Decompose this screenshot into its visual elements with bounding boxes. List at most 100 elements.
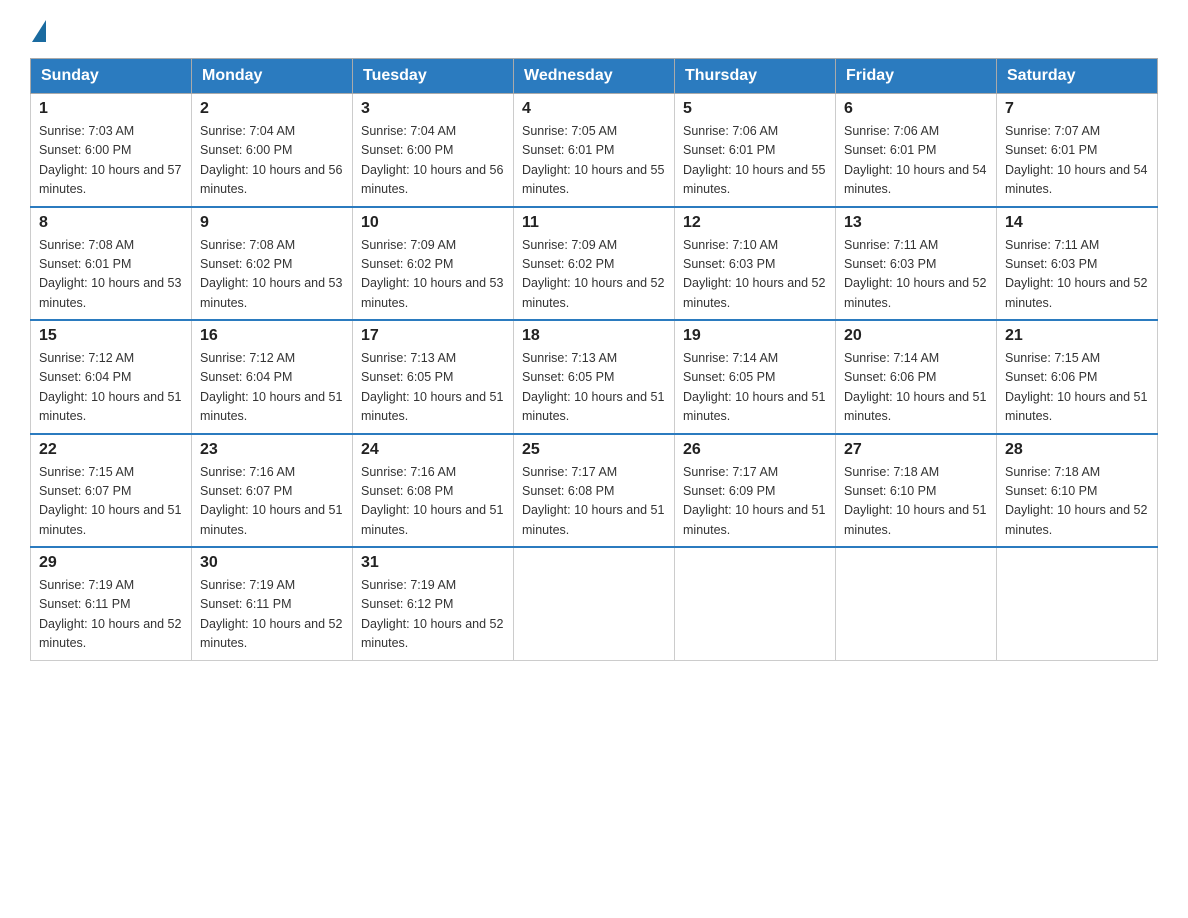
calendar-cell: 25 Sunrise: 7:17 AMSunset: 6:08 PMDayligh…: [514, 434, 675, 548]
calendar-cell: 14 Sunrise: 7:11 AMSunset: 6:03 PMDayligh…: [997, 207, 1158, 321]
day-number: 15: [39, 327, 183, 345]
day-number: 5: [683, 100, 827, 118]
calendar-cell: 22 Sunrise: 7:15 AMSunset: 6:07 PMDayligh…: [31, 434, 192, 548]
day-info: Sunrise: 7:11 AMSunset: 6:03 PMDaylight:…: [1005, 236, 1149, 314]
day-info: Sunrise: 7:16 AMSunset: 6:08 PMDaylight:…: [361, 463, 505, 541]
calendar-cell: [675, 547, 836, 660]
calendar-cell: 17 Sunrise: 7:13 AMSunset: 6:05 PMDayligh…: [353, 320, 514, 434]
day-number: 21: [1005, 327, 1149, 345]
day-info: Sunrise: 7:04 AMSunset: 6:00 PMDaylight:…: [361, 122, 505, 200]
day-info: Sunrise: 7:08 AMSunset: 6:01 PMDaylight:…: [39, 236, 183, 314]
calendar-cell: 1 Sunrise: 7:03 AMSunset: 6:00 PMDaylight…: [31, 94, 192, 207]
day-number: 30: [200, 554, 344, 572]
calendar-cell: 9 Sunrise: 7:08 AMSunset: 6:02 PMDaylight…: [192, 207, 353, 321]
calendar-cell: 27 Sunrise: 7:18 AMSunset: 6:10 PMDayligh…: [836, 434, 997, 548]
day-info: Sunrise: 7:03 AMSunset: 6:00 PMDaylight:…: [39, 122, 183, 200]
day-info: Sunrise: 7:11 AMSunset: 6:03 PMDaylight:…: [844, 236, 988, 314]
calendar-cell: 5 Sunrise: 7:06 AMSunset: 6:01 PMDaylight…: [675, 94, 836, 207]
calendar-cell: [997, 547, 1158, 660]
calendar-cell: 19 Sunrise: 7:14 AMSunset: 6:05 PMDayligh…: [675, 320, 836, 434]
day-number: 14: [1005, 214, 1149, 232]
calendar-cell: 20 Sunrise: 7:14 AMSunset: 6:06 PMDayligh…: [836, 320, 997, 434]
day-info: Sunrise: 7:18 AMSunset: 6:10 PMDaylight:…: [1005, 463, 1149, 541]
calendar-cell: 3 Sunrise: 7:04 AMSunset: 6:00 PMDaylight…: [353, 94, 514, 207]
day-number: 20: [844, 327, 988, 345]
calendar-cell: 15 Sunrise: 7:12 AMSunset: 6:04 PMDayligh…: [31, 320, 192, 434]
day-info: Sunrise: 7:13 AMSunset: 6:05 PMDaylight:…: [522, 349, 666, 427]
calendar-cell: 30 Sunrise: 7:19 AMSunset: 6:11 PMDayligh…: [192, 547, 353, 660]
day-info: Sunrise: 7:06 AMSunset: 6:01 PMDaylight:…: [844, 122, 988, 200]
day-header-wednesday: Wednesday: [514, 59, 675, 94]
day-info: Sunrise: 7:09 AMSunset: 6:02 PMDaylight:…: [522, 236, 666, 314]
day-number: 7: [1005, 100, 1149, 118]
day-header-friday: Friday: [836, 59, 997, 94]
day-info: Sunrise: 7:18 AMSunset: 6:10 PMDaylight:…: [844, 463, 988, 541]
day-number: 3: [361, 100, 505, 118]
day-number: 10: [361, 214, 505, 232]
day-info: Sunrise: 7:19 AMSunset: 6:11 PMDaylight:…: [200, 576, 344, 654]
day-number: 4: [522, 100, 666, 118]
day-number: 12: [683, 214, 827, 232]
calendar-header-row: SundayMondayTuesdayWednesdayThursdayFrid…: [31, 59, 1158, 94]
day-number: 17: [361, 327, 505, 345]
calendar-cell: 6Sunrise: 7:06 AMSunset: 6:01 PMDaylight…: [836, 94, 997, 207]
day-info: Sunrise: 7:17 AMSunset: 6:08 PMDaylight:…: [522, 463, 666, 541]
calendar-cell: 8 Sunrise: 7:08 AMSunset: 6:01 PMDaylight…: [31, 207, 192, 321]
calendar-cell: 4 Sunrise: 7:05 AMSunset: 6:01 PMDaylight…: [514, 94, 675, 207]
day-info: Sunrise: 7:04 AMSunset: 6:00 PMDaylight:…: [200, 122, 344, 200]
calendar-cell: 7 Sunrise: 7:07 AMSunset: 6:01 PMDaylight…: [997, 94, 1158, 207]
day-info: Sunrise: 7:06 AMSunset: 6:01 PMDaylight:…: [683, 122, 827, 200]
calendar-cell: 23Sunrise: 7:16 AMSunset: 6:07 PMDayligh…: [192, 434, 353, 548]
calendar-week-5: 29 Sunrise: 7:19 AMSunset: 6:11 PMDayligh…: [31, 547, 1158, 660]
calendar-cell: 2Sunrise: 7:04 AMSunset: 6:00 PMDaylight…: [192, 94, 353, 207]
day-number: 22: [39, 441, 183, 459]
day-number: 28: [1005, 441, 1149, 459]
calendar-table: SundayMondayTuesdayWednesdayThursdayFrid…: [30, 58, 1158, 661]
day-number: 27: [844, 441, 988, 459]
day-info: Sunrise: 7:14 AMSunset: 6:06 PMDaylight:…: [844, 349, 988, 427]
day-info: Sunrise: 7:07 AMSunset: 6:01 PMDaylight:…: [1005, 122, 1149, 200]
calendar-cell: 21 Sunrise: 7:15 AMSunset: 6:06 PMDayligh…: [997, 320, 1158, 434]
day-info: Sunrise: 7:19 AMSunset: 6:12 PMDaylight:…: [361, 576, 505, 654]
calendar-week-1: 1 Sunrise: 7:03 AMSunset: 6:00 PMDaylight…: [31, 94, 1158, 207]
logo-triangle-icon: [32, 20, 46, 42]
calendar-cell: 13Sunrise: 7:11 AMSunset: 6:03 PMDayligh…: [836, 207, 997, 321]
day-number: 29: [39, 554, 183, 572]
day-info: Sunrise: 7:14 AMSunset: 6:05 PMDaylight:…: [683, 349, 827, 427]
day-info: Sunrise: 7:13 AMSunset: 6:05 PMDaylight:…: [361, 349, 505, 427]
day-info: Sunrise: 7:12 AMSunset: 6:04 PMDaylight:…: [200, 349, 344, 427]
day-number: 31: [361, 554, 505, 572]
day-info: Sunrise: 7:19 AMSunset: 6:11 PMDaylight:…: [39, 576, 183, 654]
calendar-week-4: 22 Sunrise: 7:15 AMSunset: 6:07 PMDayligh…: [31, 434, 1158, 548]
day-info: Sunrise: 7:09 AMSunset: 6:02 PMDaylight:…: [361, 236, 505, 314]
calendar-cell: 18Sunrise: 7:13 AMSunset: 6:05 PMDayligh…: [514, 320, 675, 434]
day-number: 11: [522, 214, 666, 232]
day-number: 24: [361, 441, 505, 459]
day-number: 8: [39, 214, 183, 232]
calendar-cell: 11 Sunrise: 7:09 AMSunset: 6:02 PMDayligh…: [514, 207, 675, 321]
day-info: Sunrise: 7:15 AMSunset: 6:07 PMDaylight:…: [39, 463, 183, 541]
day-number: 9: [200, 214, 344, 232]
calendar-cell: [514, 547, 675, 660]
day-number: 19: [683, 327, 827, 345]
calendar-week-3: 15 Sunrise: 7:12 AMSunset: 6:04 PMDayligh…: [31, 320, 1158, 434]
day-info: Sunrise: 7:10 AMSunset: 6:03 PMDaylight:…: [683, 236, 827, 314]
calendar-cell: 29 Sunrise: 7:19 AMSunset: 6:11 PMDayligh…: [31, 547, 192, 660]
day-info: Sunrise: 7:05 AMSunset: 6:01 PMDaylight:…: [522, 122, 666, 200]
day-number: 1: [39, 100, 183, 118]
day-header-saturday: Saturday: [997, 59, 1158, 94]
day-number: 25: [522, 441, 666, 459]
day-info: Sunrise: 7:16 AMSunset: 6:07 PMDaylight:…: [200, 463, 344, 541]
day-info: Sunrise: 7:08 AMSunset: 6:02 PMDaylight:…: [200, 236, 344, 314]
calendar-cell: 26 Sunrise: 7:17 AMSunset: 6:09 PMDayligh…: [675, 434, 836, 548]
day-info: Sunrise: 7:12 AMSunset: 6:04 PMDaylight:…: [39, 349, 183, 427]
day-info: Sunrise: 7:15 AMSunset: 6:06 PMDaylight:…: [1005, 349, 1149, 427]
calendar-cell: 16 Sunrise: 7:12 AMSunset: 6:04 PMDayligh…: [192, 320, 353, 434]
logo: [30, 20, 48, 38]
page-header: [30, 20, 1158, 38]
day-info: Sunrise: 7:17 AMSunset: 6:09 PMDaylight:…: [683, 463, 827, 541]
calendar-cell: 12 Sunrise: 7:10 AMSunset: 6:03 PMDayligh…: [675, 207, 836, 321]
calendar-cell: 10 Sunrise: 7:09 AMSunset: 6:02 PMDayligh…: [353, 207, 514, 321]
day-number: 16: [200, 327, 344, 345]
day-number: 26: [683, 441, 827, 459]
